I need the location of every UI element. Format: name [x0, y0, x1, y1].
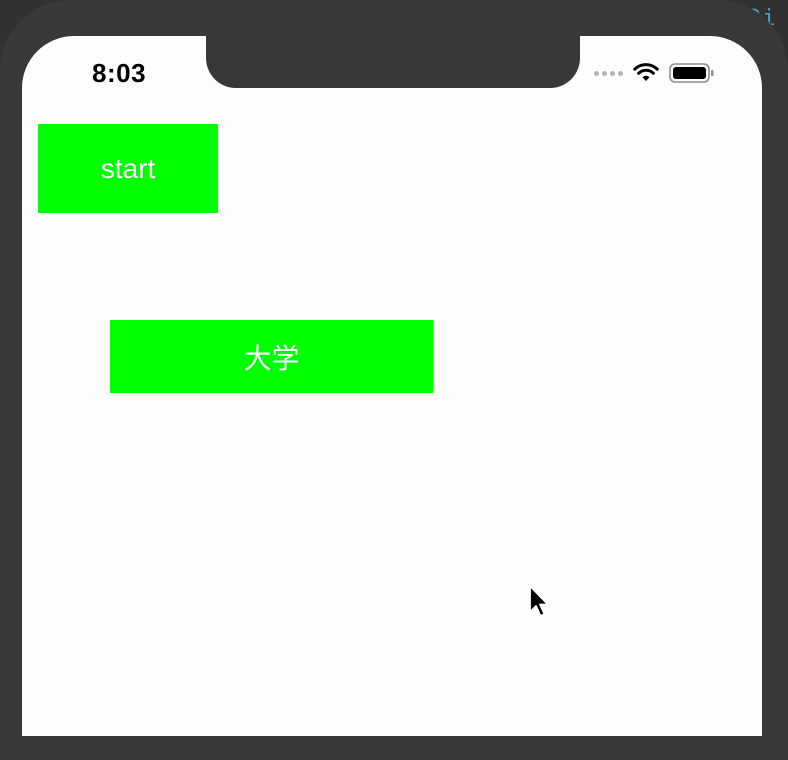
wifi-icon	[633, 63, 659, 83]
daxue-button[interactable]: 大学	[110, 320, 433, 393]
status-icons	[594, 62, 715, 84]
phone-screen: 8:03 start 大学	[22, 36, 762, 736]
start-button[interactable]: start	[38, 124, 218, 213]
phone-frame: 8:03 start 大学	[0, 0, 788, 760]
status-time: 8:03	[92, 58, 147, 88]
battery-icon	[669, 62, 715, 84]
signal-dots-icon	[594, 70, 623, 76]
phone-notch	[206, 36, 580, 88]
mouse-cursor-icon	[528, 584, 552, 625]
